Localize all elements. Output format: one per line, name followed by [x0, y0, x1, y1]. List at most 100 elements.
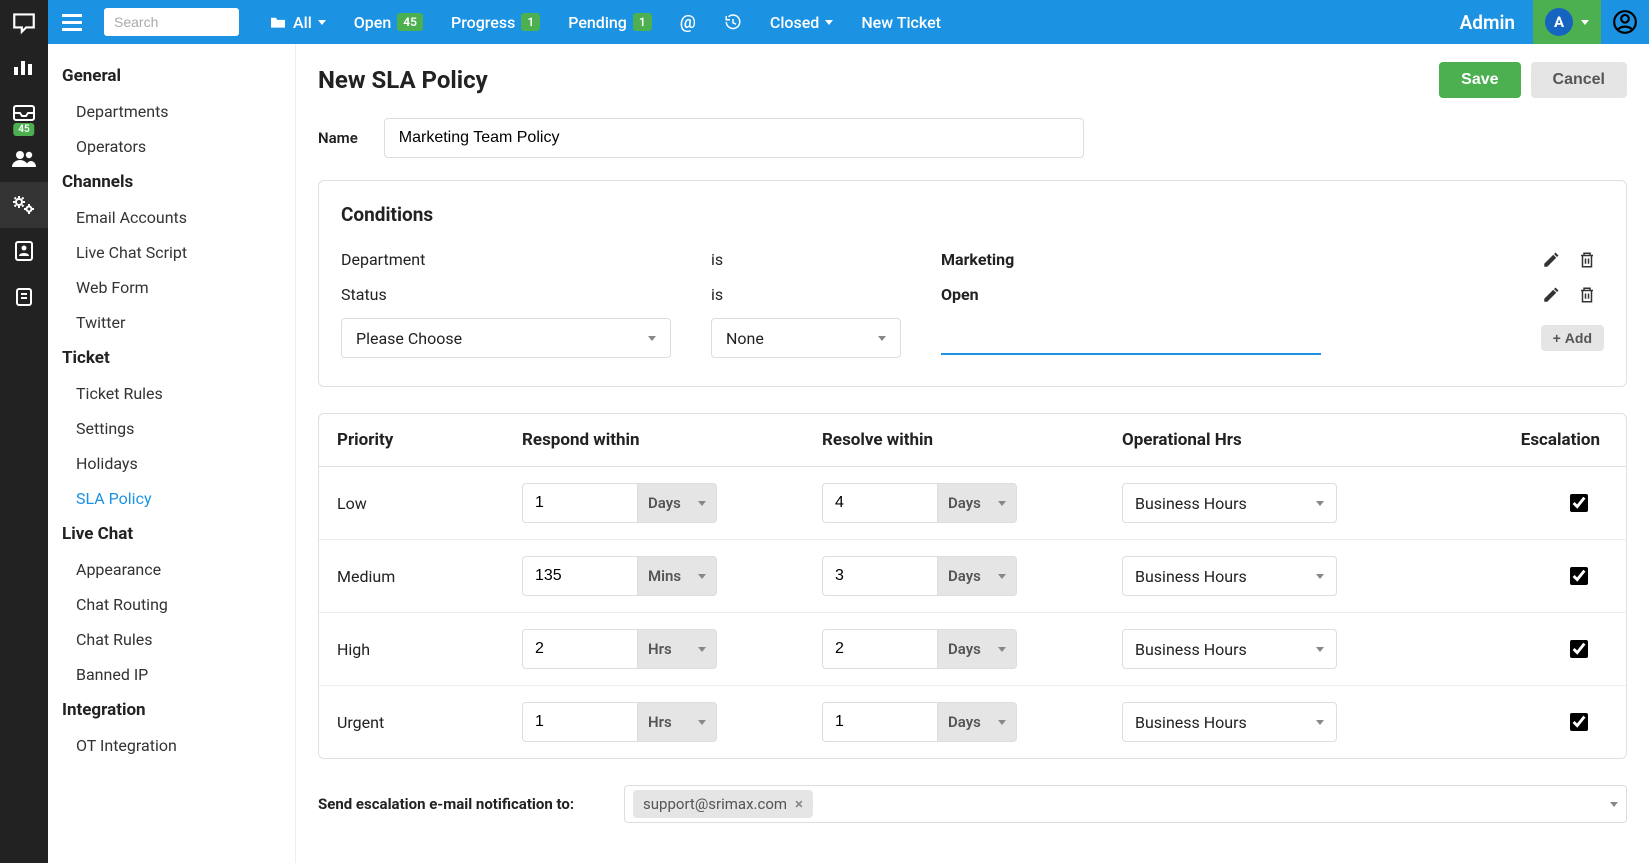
book-icon [14, 287, 34, 307]
save-button[interactable]: Save [1439, 62, 1520, 98]
app-logo[interactable] [0, 0, 48, 44]
ophrs-select[interactable]: Business Hours [1122, 629, 1337, 669]
edit-icon[interactable] [1542, 286, 1560, 304]
caret-down-icon [698, 720, 706, 725]
escalation-checkbox[interactable] [1570, 567, 1588, 585]
resolve-unit-select[interactable]: Days [937, 483, 1017, 523]
nav-new-ticket[interactable]: New Ticket [861, 13, 941, 32]
cancel-button[interactable]: Cancel [1531, 62, 1627, 98]
ophrs-select[interactable]: Business Hours [1122, 483, 1337, 523]
nav-open[interactable]: Open 45 [354, 13, 423, 32]
nav-mentions[interactable]: @ [680, 12, 696, 33]
th-resolve: Resolve within [822, 430, 1122, 450]
side-ticket-rules[interactable]: Ticket Rules [48, 376, 295, 411]
edit-icon[interactable] [1542, 251, 1560, 269]
condition-value: Marketing [941, 250, 1504, 269]
folder-icon [269, 15, 287, 29]
side-ot-integration[interactable]: OT Integration [48, 728, 295, 763]
sidebar: General Departments Operators Channels E… [48, 44, 296, 863]
side-holidays[interactable]: Holidays [48, 446, 295, 481]
chip-remove-icon[interactable]: × [795, 795, 803, 813]
caret-down-icon [1316, 720, 1324, 725]
priority-label: Low [337, 494, 522, 513]
profile-icon[interactable] [1601, 0, 1649, 44]
avatar: A [1545, 8, 1573, 36]
side-chat-rules[interactable]: Chat Rules [48, 622, 295, 657]
rail-users[interactable] [0, 136, 48, 182]
side-heading-livechat: Live Chat [48, 516, 295, 552]
side-live-chat-script[interactable]: Live Chat Script [48, 235, 295, 270]
escalation-checkbox[interactable] [1570, 713, 1588, 731]
respond-value-input[interactable] [522, 702, 637, 742]
side-departments[interactable]: Departments [48, 94, 295, 129]
condition-field: Department [341, 250, 711, 269]
conditions-panel: Conditions Department is Marketing Statu… [318, 180, 1627, 387]
escalation-email-input[interactable]: support@srimax.com × [624, 785, 1627, 823]
resolve-value-input[interactable] [822, 702, 937, 742]
nav-progress[interactable]: Progress 1 [451, 13, 540, 32]
resolve-unit-select[interactable]: Days [937, 629, 1017, 669]
side-heading-general: General [48, 58, 295, 94]
delete-icon[interactable] [1578, 286, 1596, 304]
delete-icon[interactable] [1578, 251, 1596, 269]
page-title: New SLA Policy [318, 66, 488, 94]
rail-analytics[interactable] [0, 44, 48, 90]
side-heading-ticket: Ticket [48, 340, 295, 376]
escalation-checkbox[interactable] [1570, 494, 1588, 512]
resolve-value-input[interactable] [822, 556, 937, 596]
nav-all[interactable]: All [269, 13, 326, 32]
add-condition-button[interactable]: +Add [1541, 325, 1604, 351]
respond-unit-select[interactable]: Days [637, 483, 717, 523]
nav-history[interactable] [724, 13, 742, 31]
side-operators[interactable]: Operators [48, 129, 295, 164]
side-banned-ip[interactable]: Banned IP [48, 657, 295, 692]
rail-kb[interactable] [0, 274, 48, 320]
resolve-unit-select[interactable]: Days [937, 556, 1017, 596]
nav-pending[interactable]: Pending 1 [568, 13, 652, 32]
side-chat-routing[interactable]: Chat Routing [48, 587, 295, 622]
condition-op: is [711, 285, 941, 304]
priority-row: MediumMinsDaysBusiness Hours [319, 539, 1626, 612]
side-settings[interactable]: Settings [48, 411, 295, 446]
condition-op: is [711, 250, 941, 269]
caret-down-icon [698, 647, 706, 652]
escalation-email-row: Send escalation e-mail notification to: … [318, 785, 1627, 823]
chart-icon [12, 57, 36, 77]
respond-unit-select[interactable]: Hrs [637, 702, 717, 742]
policy-name-input[interactable] [384, 118, 1084, 158]
resolve-value-input[interactable] [822, 629, 937, 669]
open-count-badge: 45 [397, 13, 423, 31]
user-menu[interactable]: A [1533, 0, 1601, 44]
escalation-checkbox[interactable] [1570, 640, 1588, 658]
side-heading-channels: Channels [48, 164, 295, 200]
respond-value-input[interactable] [522, 629, 637, 669]
caret-down-icon [1316, 647, 1324, 652]
respond-unit-select[interactable]: Mins [637, 556, 717, 596]
side-twitter[interactable]: Twitter [48, 305, 295, 340]
priority-row: Low Days Days Business Hours [319, 467, 1626, 539]
ophrs-select[interactable]: Business Hours [1122, 702, 1337, 742]
respond-unit-select[interactable]: Hrs [637, 629, 717, 669]
side-email-accounts[interactable]: Email Accounts [48, 200, 295, 235]
ophrs-select[interactable]: Business Hours [1122, 556, 1337, 596]
nav-closed[interactable]: Closed [770, 13, 833, 32]
caret-down-icon [1581, 20, 1589, 25]
side-web-form[interactable]: Web Form [48, 270, 295, 305]
condition-field-select[interactable]: Please Choose [341, 318, 671, 358]
menu-toggle[interactable] [48, 0, 96, 44]
resolve-unit-select[interactable]: Days [937, 702, 1017, 742]
respond-value-input[interactable] [522, 556, 637, 596]
condition-value: Open [941, 285, 1504, 304]
rail-settings[interactable] [0, 182, 48, 228]
side-sla-policy[interactable]: SLA Policy [48, 481, 295, 516]
rail-contacts[interactable] [0, 228, 48, 274]
side-appearance[interactable]: Appearance [48, 552, 295, 587]
name-label: Name [318, 129, 358, 147]
rail-tickets[interactable]: 45 [0, 90, 48, 136]
condition-value-input[interactable] [941, 321, 1321, 355]
inbox-icon [12, 104, 36, 122]
search-input[interactable] [104, 8, 239, 36]
resolve-value-input[interactable] [822, 483, 937, 523]
respond-value-input[interactable] [522, 483, 637, 523]
condition-op-select[interactable]: None [711, 318, 901, 358]
